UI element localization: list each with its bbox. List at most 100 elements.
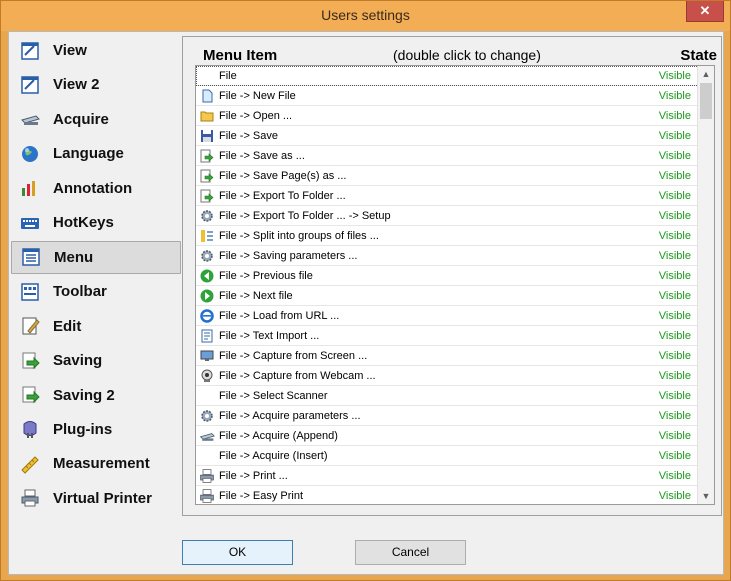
menu-item-state[interactable]: Visible (639, 470, 699, 482)
cancel-button[interactable]: Cancel (355, 540, 466, 565)
menu-item-state[interactable]: Visible (639, 230, 699, 242)
menu-item-state[interactable]: Visible (639, 430, 699, 442)
list-item[interactable]: File -> Split into groups of files ... Vi… (196, 226, 699, 246)
blank-icon (199, 388, 215, 404)
keyboard-icon (19, 212, 41, 234)
list-item[interactable]: File -> Print ... Visible (196, 466, 699, 486)
list-item[interactable]: File -> Load from URL ... Visible (196, 306, 699, 326)
menu-item-label: File (219, 69, 237, 82)
menu-item-state[interactable]: Visible (639, 330, 699, 342)
scroll-thumb[interactable] (700, 83, 712, 119)
scroll-up-button[interactable]: ▲ (698, 66, 714, 82)
scanner-icon (199, 428, 215, 444)
list-item[interactable]: File -> Open ... Visible (196, 106, 699, 126)
close-button[interactable]: ✕ (686, 1, 724, 22)
menu-item-state[interactable]: Visible (639, 290, 699, 302)
text-import-icon (199, 328, 215, 344)
menu-item-state[interactable]: Visible (639, 110, 699, 122)
printer-icon (199, 488, 215, 504)
menu-item-state[interactable]: Visible (639, 70, 699, 82)
list-item[interactable]: File -> Save Visible (196, 126, 699, 146)
list-item[interactable]: File -> Select Scanner Visible (196, 386, 699, 406)
scroll-down-button[interactable]: ▼ (698, 488, 714, 504)
menu-item-state[interactable]: Visible (639, 350, 699, 362)
gear-icon (199, 408, 215, 424)
gear-icon (199, 248, 215, 264)
menu-item-state[interactable]: Visible (639, 190, 699, 202)
nav-item-edit[interactable]: Edit (11, 310, 181, 343)
menu-item-label: File -> Saving parameters ... (219, 249, 358, 262)
menu-item-label: File -> Capture from Webcam ... (219, 369, 376, 382)
list-item[interactable]: File -> Easy Print Visible (196, 486, 699, 504)
nav-item-label: Acquire (53, 110, 109, 128)
menu-items-list[interactable]: File Visible File -> New File Visible File -… (195, 65, 715, 505)
menu-item-state[interactable]: Visible (639, 370, 699, 382)
menu-settings-panel: Menu Item (double click to change) State… (182, 36, 722, 516)
list-item[interactable]: File -> Acquire (Append) Visible (196, 426, 699, 446)
ruler-icon (19, 453, 41, 475)
list-item[interactable]: File -> Save as ... Visible (196, 146, 699, 166)
list-item[interactable]: File -> Acquire parameters ... Visible (196, 406, 699, 426)
nav-item-label: Edit (53, 317, 82, 335)
menu-item-state[interactable]: Visible (639, 170, 699, 182)
nav-item-toolbar[interactable]: Toolbar (11, 275, 181, 308)
ok-button[interactable]: OK (182, 540, 293, 565)
list-item[interactable]: File Visible (196, 66, 699, 86)
floppy-icon (199, 128, 215, 144)
menu-item-state[interactable]: Visible (639, 390, 699, 402)
menu-item-state[interactable]: Visible (639, 90, 699, 102)
nav-item-virtual-printer[interactable]: Virtual Printer (11, 482, 181, 515)
nav-item-menu[interactable]: Menu (11, 240, 181, 274)
monitor-icon (199, 348, 215, 364)
nav-item-saving-2[interactable]: Saving 2 (11, 379, 181, 412)
nav-item-label: Menu (54, 248, 94, 266)
menu-item-label: File -> Acquire (Append) (219, 429, 338, 442)
menu-item-state[interactable]: Visible (639, 210, 699, 222)
nav-item-label: Plug-ins (53, 420, 113, 438)
list-item[interactable]: File -> Next file Visible (196, 286, 699, 306)
arrow-right-icon (199, 288, 215, 304)
menu-item-state[interactable]: Visible (639, 490, 699, 502)
arrow-left-icon (199, 268, 215, 284)
list-item[interactable]: File -> Save Page(s) as ... Visible (196, 166, 699, 186)
list-item[interactable]: File -> Capture from Screen ... Visible (196, 346, 699, 366)
list-item[interactable]: File -> Acquire (Insert) Visible (196, 446, 699, 466)
nav-item-view[interactable]: View (11, 34, 181, 67)
menu-item-state[interactable]: Visible (639, 450, 699, 462)
list-item[interactable]: File -> Export To Folder ... Visible (196, 186, 699, 206)
title-bar: Users settings ✕ (1, 1, 730, 31)
nav-item-annotation[interactable]: Annotation (11, 172, 181, 205)
menu-item-label: File -> Print ... (219, 469, 288, 482)
menu-item-state[interactable]: Visible (639, 250, 699, 262)
nav-item-saving[interactable]: Saving (11, 344, 181, 377)
list-item[interactable]: File -> Saving parameters ... Visible (196, 246, 699, 266)
list-item[interactable]: File -> Export To Folder ... -> Setup Vis… (196, 206, 699, 226)
menu-item-state[interactable]: Visible (639, 130, 699, 142)
nav-item-plug-ins[interactable]: Plug-ins (11, 413, 181, 446)
nav-item-label: HotKeys (53, 214, 114, 232)
column-header-state: State (680, 47, 717, 64)
column-header-hint: (double click to change) (393, 47, 541, 63)
menu-item-label: File -> Acquire parameters ... (219, 409, 361, 422)
dialog-footer: OK Cancel (9, 518, 723, 574)
nav-item-language[interactable]: Language (11, 137, 181, 170)
menu-item-state[interactable]: Visible (639, 310, 699, 322)
save-as-icon (199, 148, 215, 164)
split-icon (199, 228, 215, 244)
list-item[interactable]: File -> Previous file Visible (196, 266, 699, 286)
menu-item-state[interactable]: Visible (639, 150, 699, 162)
menu-item-label: File -> Acquire (Insert) (219, 449, 328, 462)
vertical-scrollbar[interactable]: ▲ ▼ (697, 66, 714, 504)
menu-item-state[interactable]: Visible (639, 410, 699, 422)
nav-item-acquire[interactable]: Acquire (11, 103, 181, 136)
nav-item-hotkeys[interactable]: HotKeys (11, 206, 181, 239)
list-item[interactable]: File -> New File Visible (196, 86, 699, 106)
list-item[interactable]: File -> Text Import ... Visible (196, 326, 699, 346)
list-item[interactable]: File -> Capture from Webcam ... Visible (196, 366, 699, 386)
nav-item-measurement[interactable]: Measurement (11, 447, 181, 480)
menu-item-state[interactable]: Visible (639, 270, 699, 282)
nav-item-view-2[interactable]: View 2 (11, 68, 181, 101)
dialog-body: View View 2 Acquire Language Annotation HotKe… (8, 31, 724, 575)
menu-icon (20, 246, 42, 268)
settings-nav: View View 2 Acquire Language Annotation HotKe… (9, 32, 183, 516)
